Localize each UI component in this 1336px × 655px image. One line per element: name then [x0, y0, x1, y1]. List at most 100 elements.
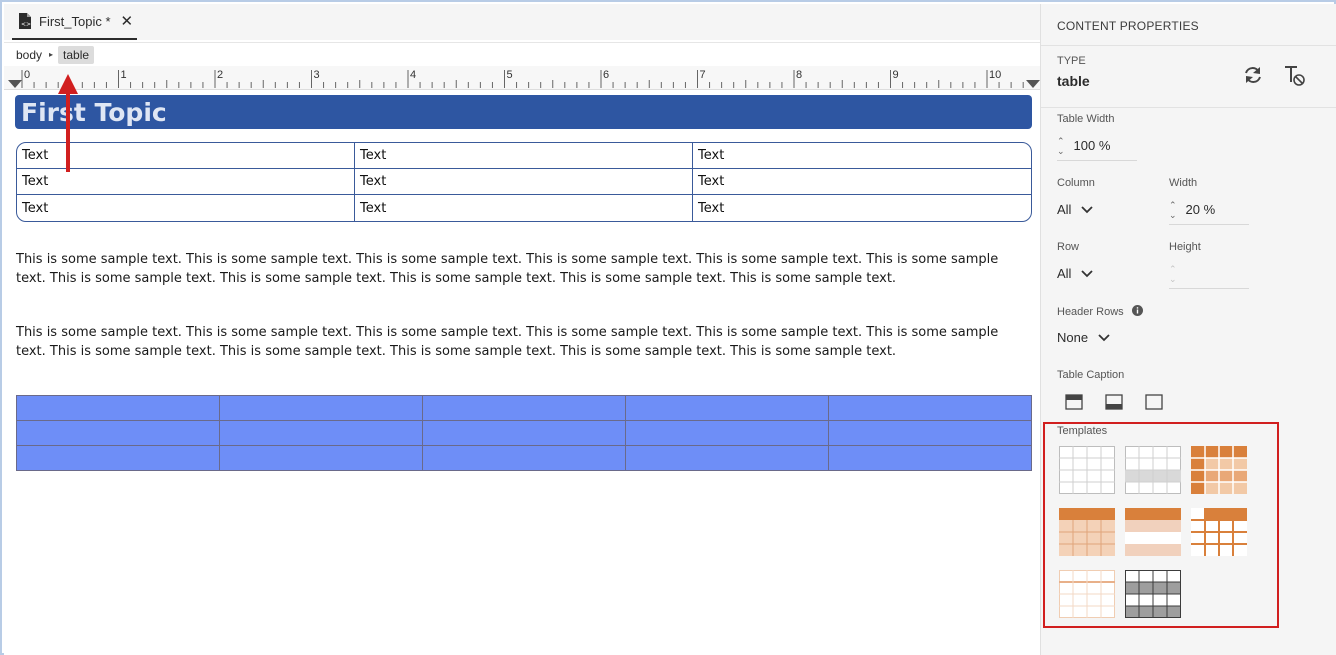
ruler-label: 5 [507, 69, 513, 81]
table-cell[interactable] [16, 445, 220, 471]
row-dropdown[interactable]: All [1057, 266, 1094, 281]
ruler-label: 7 [700, 69, 706, 81]
chevron-down-icon [1098, 333, 1110, 341]
template-orange-header-column[interactable] [1191, 446, 1247, 494]
ruler-label: 3 [314, 69, 320, 81]
stepper-arrows-icon[interactable]: ⌃ ⌄ [1169, 264, 1177, 284]
table-cell[interactable] [16, 395, 220, 421]
table-cell[interactable] [828, 395, 1032, 421]
breadcrumb-item-table[interactable]: table [58, 45, 95, 64]
tab-title: First_Topic * [39, 13, 111, 29]
column-value: All [1057, 202, 1072, 217]
refresh-icon[interactable] [1242, 64, 1264, 86]
template-plain-grid[interactable] [1059, 446, 1115, 494]
ruler-label: 4 [410, 69, 416, 81]
type-label: TYPE [1057, 55, 1086, 67]
template-orange-header-light[interactable] [1059, 508, 1115, 556]
column-label: Column [1057, 177, 1095, 189]
text-table[interactable]: Text Text Text Text Text Text Text Text … [16, 142, 1032, 222]
caption-top-icon[interactable] [1065, 394, 1083, 410]
breadcrumb-item-body[interactable]: body [16, 48, 42, 62]
template-gray-band[interactable] [1125, 446, 1181, 494]
caption-bottom-icon[interactable] [1105, 394, 1123, 410]
header-rows-label-text: Header Rows [1057, 306, 1124, 318]
table-row: Text Text Text [17, 169, 1031, 195]
ruler-left-marker-icon[interactable] [8, 80, 22, 88]
table-cell[interactable]: Text [355, 195, 693, 221]
template-orange-lines[interactable] [1191, 508, 1247, 556]
table-cell[interactable] [625, 445, 829, 471]
table-row [16, 445, 1032, 471]
page-title[interactable]: First Topic [15, 95, 1032, 129]
annotation-arrow-icon [58, 74, 78, 172]
tab-first-topic[interactable]: <> First_Topic * ✕ [12, 4, 137, 40]
app-window: <> First_Topic * ✕ body ▸ table 0 1 2 3 4 5 6 7… [0, 0, 1336, 655]
table-cell[interactable] [422, 445, 626, 471]
tab-bar: <> First_Topic * ✕ [4, 4, 1040, 40]
ruler-label: 10 [989, 69, 1001, 81]
table-row: Text Text Text [17, 195, 1031, 221]
table-cell[interactable]: Text [355, 169, 693, 195]
table-cell[interactable] [422, 395, 626, 421]
sample-paragraph[interactable]: This is some sample text. This is some s… [16, 323, 1006, 361]
table-row: Text Text Text [17, 143, 1031, 169]
row-label: Row [1057, 241, 1080, 253]
ruler-right-marker-icon[interactable] [1026, 80, 1040, 88]
editor-pane: <> First_Topic * ✕ body ▸ table 0 1 2 3 4 5 6 7… [4, 4, 1040, 655]
row-value: All [1057, 266, 1072, 281]
sample-paragraph[interactable]: This is some sample text. This is some s… [16, 250, 1006, 288]
svg-text:<>: <> [21, 21, 31, 28]
html-file-icon: <> [19, 12, 31, 29]
content-properties-panel: CONTENT PROPERTIES TYPE table Table Widt… [1040, 4, 1336, 655]
table-width-stepper[interactable]: ⌃ ⌄ 100 % [1057, 131, 1137, 161]
templates-label: Templates [1057, 425, 1108, 437]
column-dropdown[interactable]: All [1057, 202, 1094, 217]
breadcrumb: body ▸ table [4, 42, 1040, 66]
template-gray-dark[interactable] [1125, 570, 1181, 618]
table-cell[interactable]: Text [693, 195, 1031, 221]
template-orange-banded[interactable] [1125, 508, 1181, 556]
width-value[interactable]: 20 % [1186, 202, 1216, 217]
table-cell[interactable]: Text [355, 143, 693, 169]
header-rows-value: None [1057, 330, 1089, 345]
table-cell[interactable] [219, 445, 423, 471]
table-cell[interactable] [625, 395, 829, 421]
table-cell[interactable]: Text [693, 143, 1031, 169]
width-stepper[interactable]: ⌃ ⌄ 20 % [1169, 195, 1249, 225]
table-cell[interactable]: Text [693, 169, 1031, 195]
height-stepper[interactable]: ⌃ ⌄ [1169, 259, 1249, 289]
close-icon[interactable]: ✕ [121, 12, 134, 30]
table-row [16, 420, 1032, 446]
table-width-label: Table Width [1057, 113, 1115, 125]
template-light-orange-lines[interactable] [1059, 570, 1115, 618]
table-cell[interactable] [625, 420, 829, 446]
height-label: Height [1169, 241, 1201, 253]
chevron-down-icon [1081, 269, 1094, 277]
width-label: Width [1169, 177, 1198, 189]
stepper-arrows-icon[interactable]: ⌃ ⌄ [1057, 136, 1065, 156]
stepper-arrows-icon[interactable]: ⌃ ⌄ [1169, 200, 1177, 220]
table-cell[interactable] [422, 420, 626, 446]
table-cell[interactable] [828, 445, 1032, 471]
caption-none-icon[interactable] [1145, 394, 1163, 410]
table-width-value[interactable]: 100 % [1074, 138, 1111, 153]
table-cell[interactable] [16, 420, 220, 446]
panel-heading: CONTENT PROPERTIES [1057, 19, 1199, 33]
table-cell[interactable]: Text [17, 195, 355, 221]
table-cell[interactable] [219, 395, 423, 421]
blue-table[interactable] [16, 395, 1032, 471]
table-cell[interactable] [828, 420, 1032, 446]
header-rows-label: Header Rows [1057, 305, 1143, 318]
ruler-label: 9 [893, 69, 899, 81]
table-cell[interactable] [219, 420, 423, 446]
breadcrumb-separator-icon: ▸ [49, 50, 54, 59]
header-rows-dropdown[interactable]: None [1057, 330, 1110, 345]
info-icon[interactable] [1131, 305, 1143, 316]
type-value: table [1057, 73, 1090, 89]
ruler[interactable]: 0 1 2 3 4 5 6 7 8 9 10 [4, 66, 1040, 90]
ruler-label: 0 [24, 69, 30, 81]
clear-format-icon[interactable] [1283, 64, 1307, 88]
ruler-scale: 0 1 2 3 4 5 6 7 8 9 10 [8, 69, 1040, 88]
ruler-label: 2 [217, 69, 223, 81]
ruler-label: 1 [121, 69, 127, 81]
